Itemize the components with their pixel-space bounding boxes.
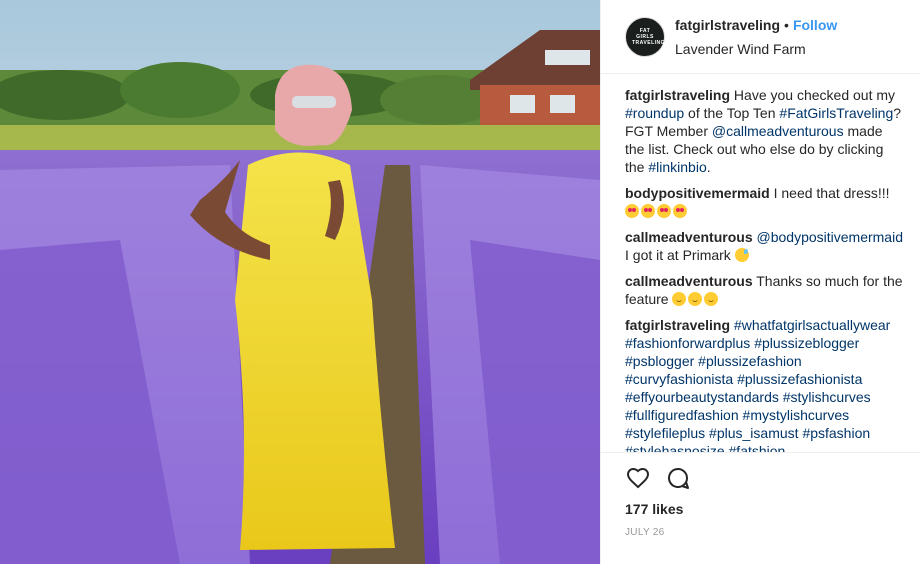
hashtag-link[interactable]: #linkinbio — [648, 159, 706, 175]
header-meta: fatgirlstraveling • Follow Lavender Wind F… — [675, 16, 837, 58]
comment-item: bodypositivemermaid I need that dress!!! — [625, 184, 904, 220]
username-link[interactable]: fatgirlstraveling — [675, 17, 780, 33]
post-date: JULY 26 — [625, 527, 665, 538]
hashtag-link[interactable]: #roundup — [625, 105, 684, 121]
heart-eyes-emoji-icon — [673, 204, 687, 218]
avatar[interactable]: FAT GIRLS TRAVELING — [625, 16, 666, 57]
comment-username-link[interactable]: callmeadventurous — [625, 229, 753, 245]
hashtag-link[interactable]: #FatGirlsTraveling — [779, 105, 893, 121]
instagram-post: FAT GIRLS TRAVELING fatgirlstraveling • Fo… — [0, 0, 920, 564]
action-bar — [625, 461, 904, 495]
mention-link[interactable]: @callmeadventurous — [712, 123, 844, 139]
comment-text: I got it at Primark — [625, 247, 735, 263]
post-photo[interactable] — [0, 0, 600, 564]
hashtag-link[interactable]: #effyourbeautystandards — [625, 389, 779, 405]
hashtag-link[interactable]: #stylefileplus — [625, 425, 705, 441]
comments-list: fatgirlstraveling Have you checked out m… — [601, 74, 920, 452]
hashtag-link[interactable]: #plussizefashion — [698, 353, 802, 369]
like-button[interactable] — [625, 465, 651, 491]
comment-button[interactable] — [665, 465, 691, 491]
hashtag-link[interactable]: #psfashion — [802, 425, 870, 441]
comment-username-link[interactable]: fatgirlstraveling — [625, 317, 730, 333]
comment-item: fatgirlstraveling #whatfatgirlsactuallyw… — [625, 316, 904, 452]
hashtag-link[interactable]: #plussizefashionista — [737, 371, 862, 387]
comment-username-link[interactable]: callmeadventurous — [625, 273, 753, 289]
comment-text: . — [706, 159, 711, 175]
comment-text: I need that dress!!! — [773, 185, 890, 201]
comment-text: of the Top Ten — [684, 105, 780, 121]
separator: • — [784, 16, 789, 33]
hashtag-link[interactable]: #stylehasnosize — [625, 443, 725, 452]
comment-username-link[interactable]: bodypositivemermaid — [625, 185, 770, 201]
follow-button[interactable]: Follow — [793, 17, 837, 33]
mention-link[interactable]: @bodypositivemermaid — [757, 229, 904, 245]
location-link[interactable]: Lavender Wind Farm — [675, 40, 837, 58]
comment-icon — [668, 468, 689, 489]
hashtag-link[interactable]: #plussizeblogger — [754, 335, 859, 351]
heart-eyes-emoji-icon — [625, 204, 639, 218]
hashtag-link[interactable]: #psblogger — [625, 353, 694, 369]
hashtag-link[interactable]: #curvyfashionista — [625, 371, 733, 387]
heart-eyes-emoji-icon — [641, 204, 655, 218]
hashtag-link[interactable]: #fatshion — [729, 443, 786, 452]
hashtag-link[interactable]: #mystylishcurves — [743, 407, 850, 423]
post-header: FAT GIRLS TRAVELING fatgirlstraveling • Fo… — [601, 0, 920, 74]
heart-icon — [626, 467, 650, 489]
likes-count[interactable]: 177 likes — [625, 501, 904, 517]
post-footer: 177 likes JULY 26 — [601, 452, 920, 564]
avatar-text: FAT GIRLS TRAVELING — [632, 27, 666, 46]
post-caption: fatgirlstraveling Have you checked out m… — [625, 86, 904, 176]
comment-username-link[interactable]: fatgirlstraveling — [625, 87, 730, 103]
hashtag-link[interactable]: #fashionforwardplus — [625, 335, 750, 351]
hashtag-link[interactable]: #stylishcurves — [783, 389, 871, 405]
post-sidebar: FAT GIRLS TRAVELING fatgirlstraveling • Fo… — [600, 0, 920, 564]
hashtag-link[interactable]: #whatfatgirlsactuallywear — [734, 317, 890, 333]
smile-emoji-icon — [688, 292, 703, 306]
comment-item: callmeadventurous @bodypositivemermaid I… — [625, 228, 904, 264]
heart-eyes-emoji-icon — [657, 204, 671, 218]
hashtag-link[interactable]: #plus_isamust — [709, 425, 799, 441]
comment-text: Have you checked out my — [733, 87, 896, 103]
smile-emoji-icon — [672, 292, 687, 306]
sweat-emoji-icon — [734, 248, 749, 262]
smile-emoji-icon — [704, 292, 719, 306]
post-photo-illustration — [0, 0, 600, 564]
hashtag-link[interactable]: #fullfiguredfashion — [625, 407, 739, 423]
comment-item: callmeadventurous Thanks so much for the… — [625, 272, 904, 308]
